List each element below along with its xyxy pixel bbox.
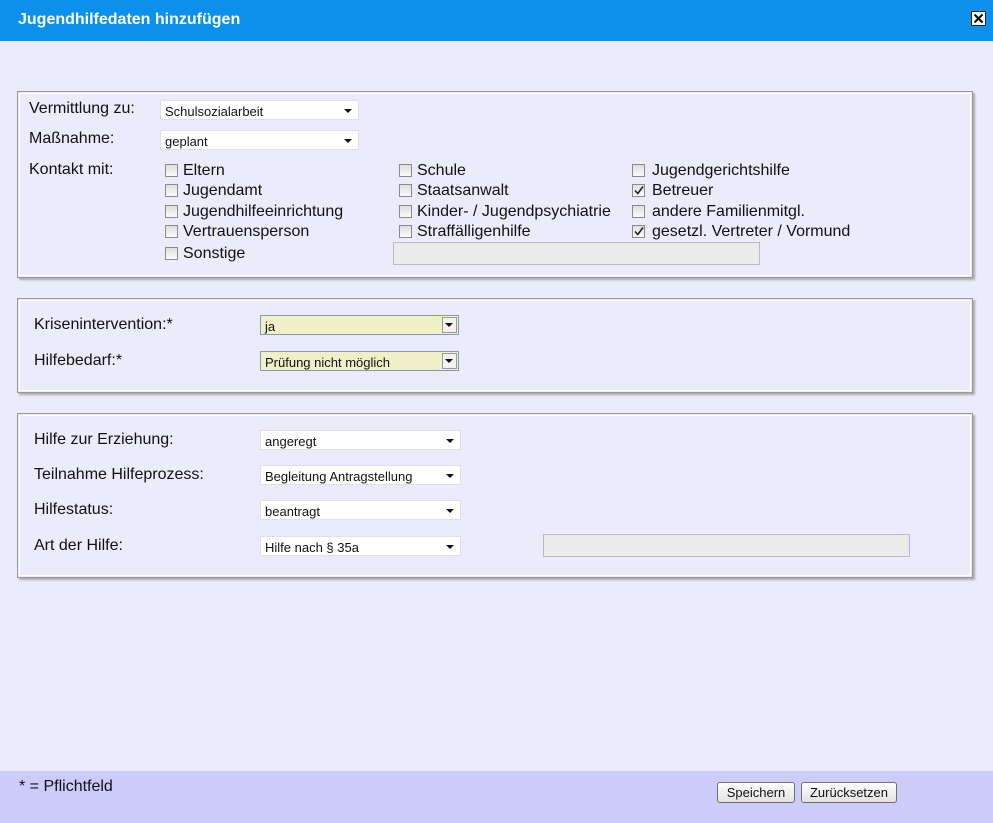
hilfebedarf-label: Hilfebedarf:* [34, 352, 123, 369]
chevron-down-icon [446, 509, 454, 513]
checkbox-label-staatsanwalt: Staatsanwalt [417, 182, 509, 199]
footer-bar: * = Pflichtfeld Speichern Zurücksetzen [0, 771, 993, 823]
window-title: Jugendhilfedaten hinzufügen [18, 11, 241, 28]
chevron-down-icon [446, 439, 454, 443]
checkbox-gesetzl-vertreter[interactable] [632, 225, 645, 238]
massnahme-value: geplant [165, 134, 208, 149]
teilnahme-value: Begleitung Antragstellung [265, 469, 413, 484]
hilfe-erziehung-select[interactable]: angeregt [260, 430, 461, 450]
checkbox-jugendamt[interactable] [165, 184, 178, 197]
checkbox-vertrauensperson[interactable] [165, 225, 178, 238]
required-field-note: * = Pflichtfeld [19, 778, 113, 795]
krisenintervention-value: ja [265, 319, 276, 334]
save-button[interactable]: Speichern [717, 782, 795, 803]
chevron-down-icon [344, 139, 352, 143]
reset-button[interactable]: Zurücksetzen [801, 782, 897, 803]
art-der-hilfe-label: Art der Hilfe: [34, 537, 123, 554]
checkbox-label-jugendhilfeeinrichtung: Jugendhilfeeinrichtung [183, 203, 344, 220]
vermittlung-label: Vermittlung zu: [29, 100, 135, 117]
chevron-down-icon [446, 474, 454, 478]
kontakt-label: Kontakt mit: [29, 161, 114, 178]
checkbox-label-vertrauensperson: Vertrauensperson [183, 223, 310, 240]
hilfestatus-value: beantragt [265, 504, 320, 519]
dropdown-button[interactable] [442, 317, 457, 333]
checkbox-straffaelligenhilfe[interactable] [399, 225, 412, 238]
checkbox-andere-familienmitgl[interactable] [632, 205, 645, 218]
checkbox-label-schule: Schule [417, 162, 466, 179]
vermittlung-select[interactable]: Schulsozialarbeit [160, 100, 359, 120]
checkbox-sonstige[interactable] [165, 247, 178, 260]
vermittlung-panel: Vermittlung zu: Schulsozialarbeit Maßnah… [17, 91, 973, 278]
checkbox-eltern[interactable] [165, 164, 178, 177]
checkbox-label-betreuer: Betreuer [652, 182, 714, 199]
chevron-down-icon [445, 359, 453, 363]
checkbox-jugendgerichtshilfe[interactable] [632, 164, 645, 177]
hilfebedarf-select[interactable]: Prüfung nicht möglich [260, 351, 459, 371]
art-der-hilfe-text-field[interactable] [543, 534, 910, 557]
chevron-down-icon [445, 323, 453, 327]
hilfebedarf-value: Prüfung nicht möglich [265, 355, 391, 370]
checkbox-jugendhilfeeinrichtung[interactable] [165, 205, 178, 218]
art-der-hilfe-select[interactable]: Hilfe nach § 35a [260, 536, 461, 556]
teilnahme-label: Teilnahme Hilfeprozess: [34, 466, 204, 483]
krisen-panel: Krisenintervention:* ja Hilfebedarf:* Pr… [17, 298, 973, 393]
checkbox-label-straffaelligenhilfe: Straffälligenhilfe [417, 223, 531, 240]
massnahme-label: Maßnahme: [29, 130, 115, 147]
checkmark-icon [634, 227, 644, 236]
hilfe-erziehung-value: angeregt [265, 434, 317, 449]
title-bar: Jugendhilfedaten hinzufügen [0, 0, 993, 41]
checkbox-label-gesetzl-vertreter: gesetzl. Vertreter / Vormund [652, 223, 851, 240]
chevron-down-icon [344, 109, 352, 113]
checkbox-schule[interactable] [399, 164, 412, 177]
art-der-hilfe-value: Hilfe nach § 35a [265, 540, 359, 555]
vermittlung-value: Schulsozialarbeit [165, 104, 264, 119]
checkbox-label-jugendgerichtshilfe: Jugendgerichtshilfe [652, 162, 790, 179]
sonstige-text-field[interactable] [393, 242, 760, 265]
checkbox-label-sonstige: Sonstige [183, 245, 246, 262]
checkbox-label-jugendamt: Jugendamt [183, 182, 263, 199]
checkbox-kinder-jugendpsychiatrie[interactable] [399, 205, 412, 218]
krisenintervention-select[interactable]: ja [260, 315, 459, 335]
dropdown-button[interactable] [442, 353, 457, 369]
teilnahme-select[interactable]: Begleitung Antragstellung [260, 465, 461, 485]
checkbox-betreuer[interactable] [632, 184, 645, 197]
hilfe-panel: Hilfe zur Erziehung: angeregt Teilnahme … [17, 413, 973, 578]
hilfestatus-label: Hilfestatus: [34, 501, 114, 518]
checkbox-label-andere-familienmitgl: andere Familienmitgl. [652, 203, 805, 220]
close-icon [973, 13, 984, 24]
chevron-down-icon [446, 545, 454, 549]
massnahme-select[interactable]: geplant [160, 130, 359, 150]
checkbox-label-kinder-jugendpsychiatrie: Kinder- / Jugendpsychiatrie [417, 203, 611, 220]
checkbox-label-eltern: Eltern [183, 162, 225, 179]
checkmark-icon [634, 186, 644, 195]
close-button[interactable] [971, 11, 986, 26]
hilfestatus-select[interactable]: beantragt [260, 500, 461, 520]
hilfe-erziehung-label: Hilfe zur Erziehung: [34, 431, 174, 448]
checkbox-staatsanwalt[interactable] [399, 184, 412, 197]
krisenintervention-label: Krisenintervention:* [34, 316, 173, 333]
